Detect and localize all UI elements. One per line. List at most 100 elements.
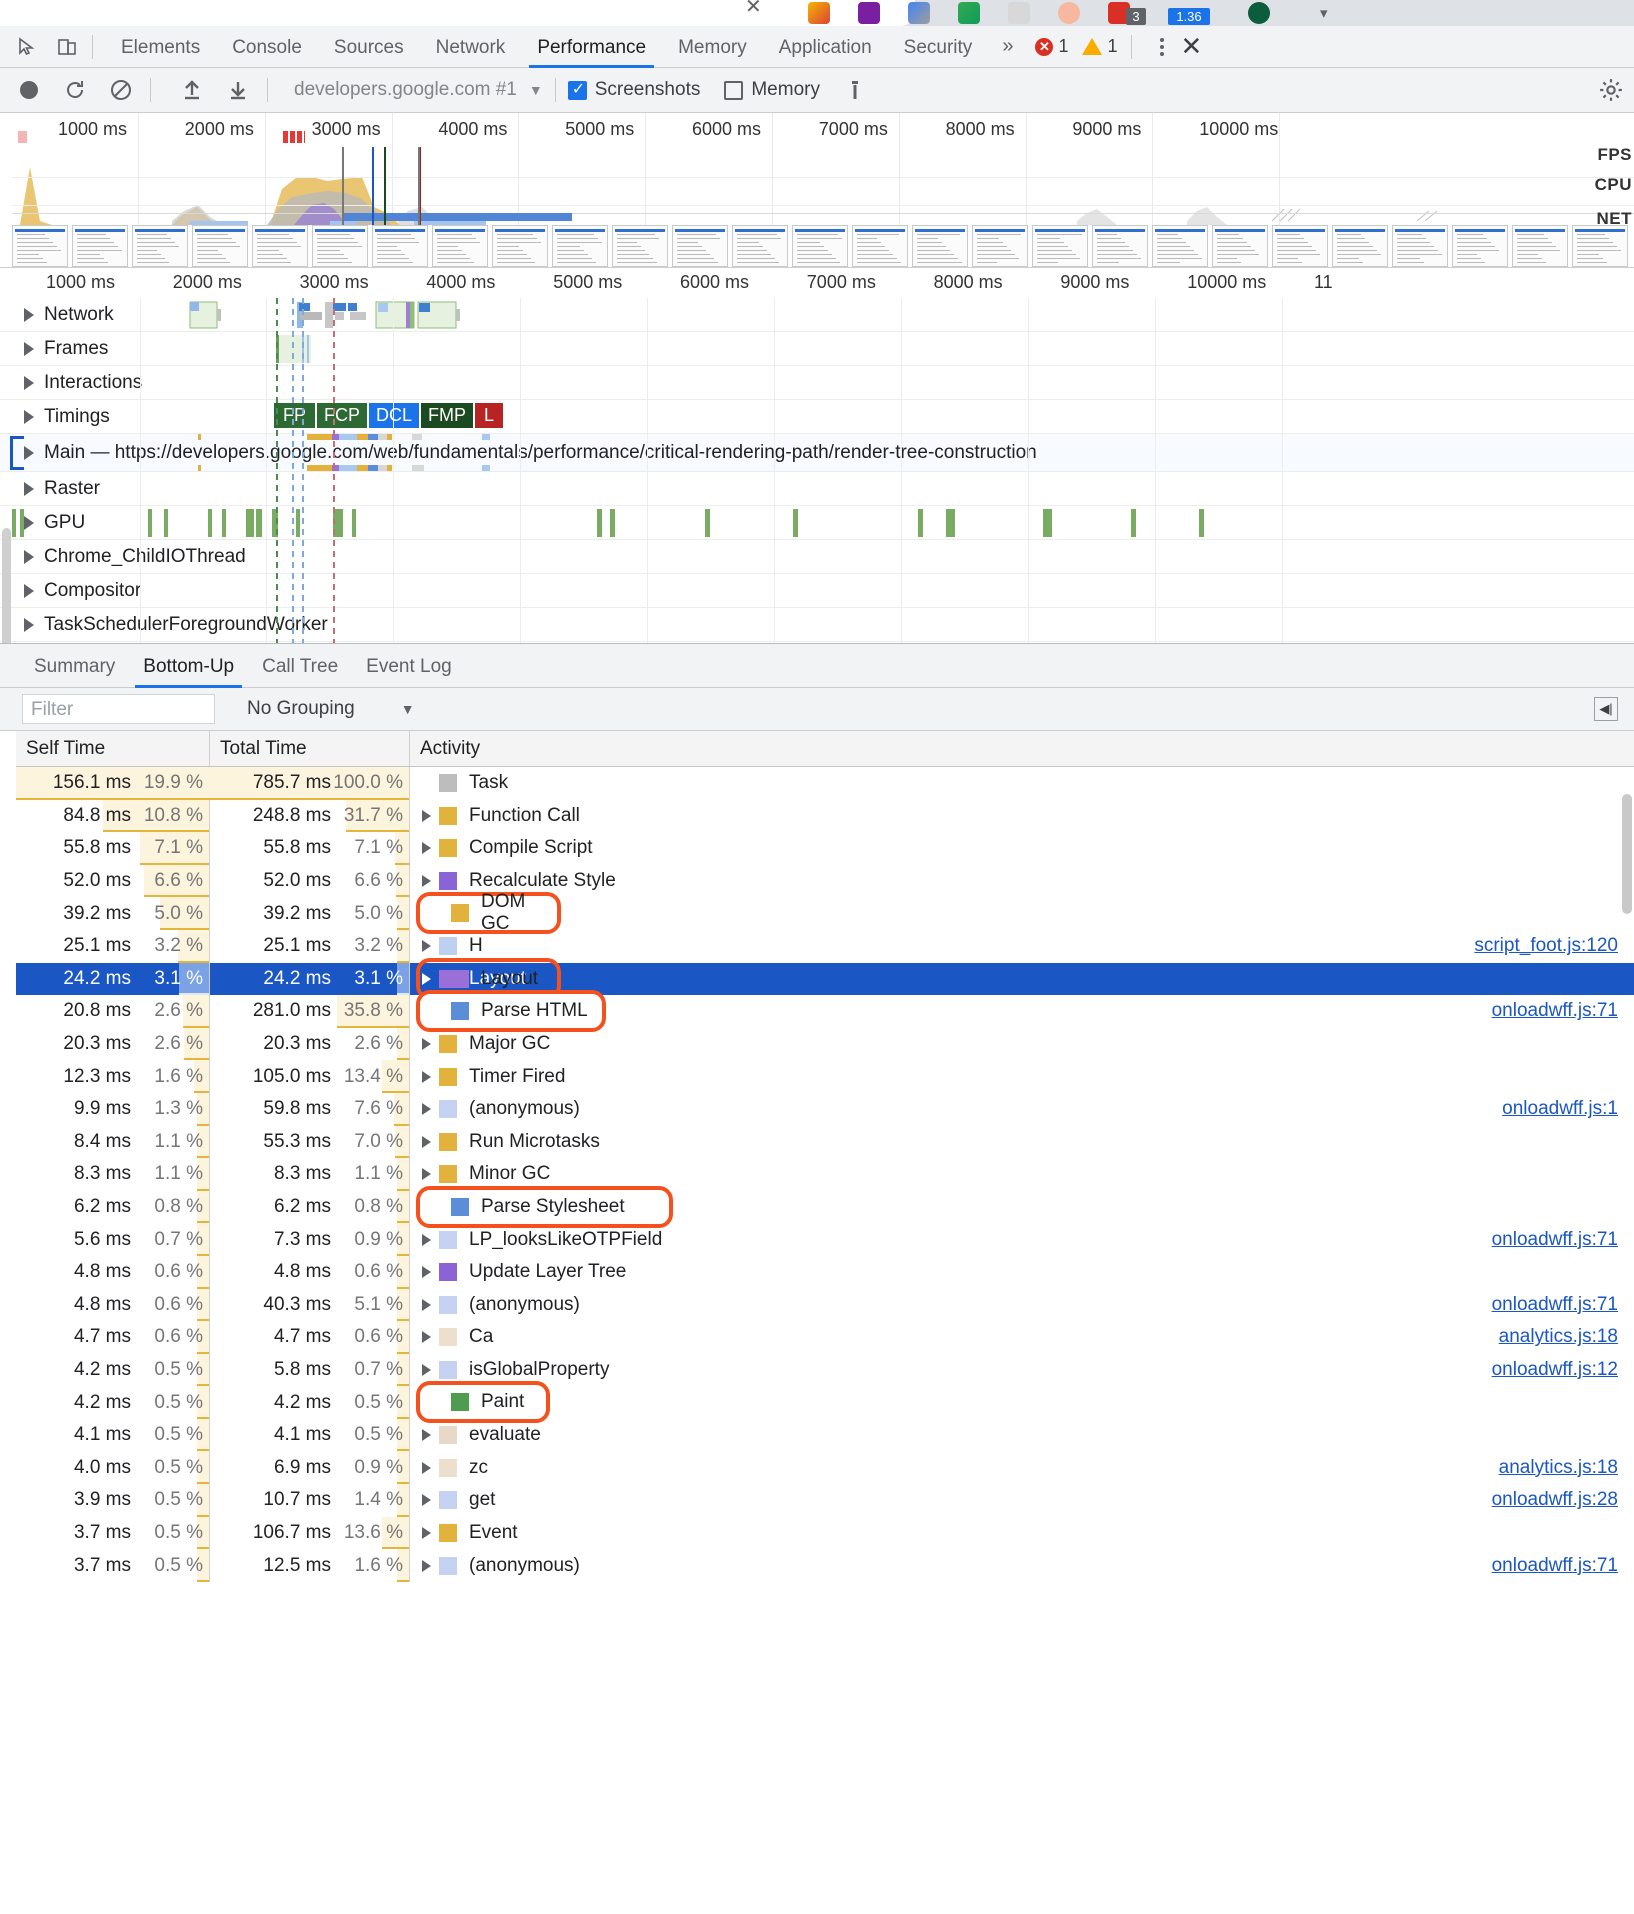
filmstrip-frame[interactable] <box>312 225 368 267</box>
extension-icon-8[interactable] <box>1248 2 1270 24</box>
table-row[interactable]: 12.3 ms 1.6 % 105.0 ms 13.4 % Timer Fired <box>16 1060 1634 1093</box>
table-row[interactable]: 3.7 ms 0.5 % 106.7 ms 13.6 % Event <box>16 1516 1634 1550</box>
filmstrip-frame[interactable] <box>552 225 608 267</box>
source-link[interactable]: script_foot.js:120 <box>1474 935 1618 957</box>
table-row[interactable]: 3.7 ms 0.5 % 12.5 ms 1.6 % (anonymous) onload… <box>16 1549 1634 1582</box>
expand-row-icon[interactable] <box>422 1103 431 1116</box>
marker-dcl[interactable]: DCL <box>369 403 420 428</box>
track-compositor[interactable]: Compositor <box>0 574 1634 608</box>
tab-event-log[interactable]: Event Log <box>352 644 466 688</box>
source-link[interactable]: onloadwff.js:71 <box>1492 1555 1618 1577</box>
profile-selector-caret[interactable]: ▼ <box>529 82 543 98</box>
column-total-time[interactable]: Total Time <box>210 731 410 766</box>
clear-icon[interactable] <box>104 73 138 107</box>
tab-bottom-up[interactable]: Bottom-Up <box>129 644 248 688</box>
expand-row-icon[interactable] <box>422 1559 431 1572</box>
filmstrip-frame[interactable] <box>912 225 968 267</box>
filmstrip-frame[interactable] <box>1392 225 1448 267</box>
column-self-time[interactable]: Self Time <box>16 731 210 766</box>
table-row[interactable]: 4.8 ms 0.6 % 40.3 ms 5.1 % (anonymous) onload… <box>16 1288 1634 1322</box>
chevron-down-icon[interactable]: ▼ <box>401 701 415 717</box>
tab-security[interactable]: Security <box>888 26 989 68</box>
tab-memory[interactable]: Memory <box>662 26 763 68</box>
table-row[interactable]: 6.2 ms 0.8 % 6.2 ms 0.8 % Parse Stylesheet <box>16 1190 1634 1224</box>
filmstrip-frame[interactable] <box>732 225 788 267</box>
source-link[interactable]: onloadwff.js:28 <box>1492 1489 1618 1511</box>
filmstrip-frame[interactable] <box>192 225 248 267</box>
timeline-flamechart[interactable]: 1000 ms 2000 ms 3000 ms 4000 ms 5000 ms 6000 … <box>0 268 1634 643</box>
extension-icon-6[interactable] <box>1058 2 1080 24</box>
filter-input[interactable]: Filter <box>22 694 215 724</box>
filmstrip-frame[interactable] <box>852 225 908 267</box>
track-chrome-childiothread[interactable]: Chrome_ChildIOThread <box>0 540 1634 574</box>
tab-performance[interactable]: Performance <box>521 26 662 68</box>
filmstrip-frame[interactable] <box>432 225 488 267</box>
track-interactions[interactable]: Interactions <box>0 366 1634 400</box>
table-row[interactable]: 24.2 ms 3.1 % 24.2 ms 3.1 % Layout <box>16 962 1634 996</box>
table-row[interactable]: 8.4 ms 1.1 % 55.3 ms 7.0 % Run Microtasks <box>16 1125 1634 1159</box>
table-row[interactable]: 156.1 ms 19.9 % 785.7 ms 100.0 % Task <box>16 767 1634 800</box>
filmstrip-frame[interactable] <box>1332 225 1388 267</box>
flamechart-scrollbar[interactable] <box>2 528 11 643</box>
table-row[interactable]: 20.3 ms 2.6 % 20.3 ms 2.6 % Major GC <box>16 1027 1634 1061</box>
record-icon[interactable] <box>12 73 46 107</box>
expand-row-icon[interactable] <box>422 1070 431 1083</box>
table-row[interactable]: 4.2 ms 0.5 % 4.2 ms 0.5 % Paint <box>16 1386 1634 1419</box>
expand-row-icon[interactable] <box>422 1494 431 1507</box>
expand-row-icon[interactable] <box>422 875 431 888</box>
source-link[interactable]: onloadwff.js:12 <box>1492 1359 1618 1381</box>
table-row[interactable]: 4.8 ms 0.6 % 4.8 ms 0.6 % Update Layer Tree <box>16 1255 1634 1289</box>
table-row[interactable]: 55.8 ms 7.1 % 55.8 ms 7.1 % Compile Script <box>16 832 1634 865</box>
expand-row-icon[interactable] <box>422 1429 431 1442</box>
expand-row-icon[interactable] <box>422 1201 431 1214</box>
filmstrip-frame[interactable] <box>1092 225 1148 267</box>
table-row[interactable]: 39.2 ms 5.0 % 39.2 ms 5.0 % DOM GC <box>16 897 1634 930</box>
filmstrip-frame[interactable] <box>792 225 848 267</box>
expand-row-icon[interactable] <box>422 940 431 953</box>
table-row[interactable]: 4.1 ms 0.5 % 4.1 ms 0.5 % evaluate <box>16 1418 1634 1452</box>
source-link[interactable]: onloadwff.js:71 <box>1492 1000 1618 1022</box>
inspect-element-icon[interactable] <box>14 34 40 60</box>
warning-counter[interactable]: 1 <box>1082 36 1117 57</box>
activity-table-body[interactable]: 156.1 ms 19.9 % 785.7 ms 100.0 % Task 84.8 ms… <box>16 767 1634 1914</box>
expand-row-icon[interactable] <box>422 809 431 822</box>
filmstrip-frame[interactable] <box>372 225 428 267</box>
table-row[interactable]: 84.8 ms 10.8 % 248.8 ms 31.7 % Function Call <box>16 799 1634 833</box>
tab-console[interactable]: Console <box>216 26 318 68</box>
expand-row-icon[interactable] <box>422 972 431 985</box>
marker-load[interactable]: L <box>475 403 504 428</box>
expand-row-icon[interactable] <box>422 1038 431 1051</box>
filmstrip-frame[interactable] <box>12 225 68 267</box>
trash-icon[interactable] <box>838 73 872 107</box>
expand-row-icon[interactable] <box>422 1298 431 1311</box>
extension-icon-4[interactable] <box>958 2 980 24</box>
expand-row-icon[interactable] <box>422 1135 431 1148</box>
expand-row-icon[interactable] <box>422 1526 431 1539</box>
track-frames[interactable]: Frames <box>0 332 1634 366</box>
overview-graphs[interactable] <box>12 147 1634 227</box>
expand-row-icon[interactable] <box>422 1331 431 1344</box>
table-row[interactable]: 8.3 ms 1.1 % 8.3 ms 1.1 % Minor GC <box>16 1158 1634 1191</box>
tab-call-tree[interactable]: Call Tree <box>248 644 352 688</box>
source-link[interactable]: onloadwff.js:71 <box>1492 1229 1618 1251</box>
grouping-select[interactable]: No Grouping <box>247 698 355 720</box>
overview-selection-window[interactable] <box>342 147 420 225</box>
reload-icon[interactable] <box>58 73 92 107</box>
source-link[interactable]: analytics.js:18 <box>1499 1326 1618 1348</box>
filmstrip-frame[interactable] <box>1032 225 1088 267</box>
screenshots-checkbox[interactable] <box>567 79 587 100</box>
source-link[interactable]: analytics.js:18 <box>1499 1457 1618 1479</box>
filmstrip-frame[interactable] <box>1272 225 1328 267</box>
filmstrip-frame[interactable] <box>1212 225 1268 267</box>
filmstrip-frame[interactable] <box>252 225 308 267</box>
track-gpu[interactable]: GPU <box>0 506 1634 540</box>
expand-timings-icon[interactable] <box>24 409 34 424</box>
extension-icon-1[interactable] <box>808 2 830 24</box>
marker-fp[interactable]: FP <box>274 403 316 428</box>
filmstrip-frame[interactable] <box>1152 225 1208 267</box>
expand-row-icon[interactable] <box>422 1233 431 1246</box>
timeline-overview[interactable]: 1000 ms 2000 ms 3000 ms 4000 ms 5000 ms 6000 … <box>0 113 1634 268</box>
filmstrip-frame[interactable] <box>972 225 1028 267</box>
track-main[interactable]: Main — https://developers.google.com/web… <box>0 434 1634 472</box>
expand-row-icon[interactable] <box>422 1005 431 1018</box>
